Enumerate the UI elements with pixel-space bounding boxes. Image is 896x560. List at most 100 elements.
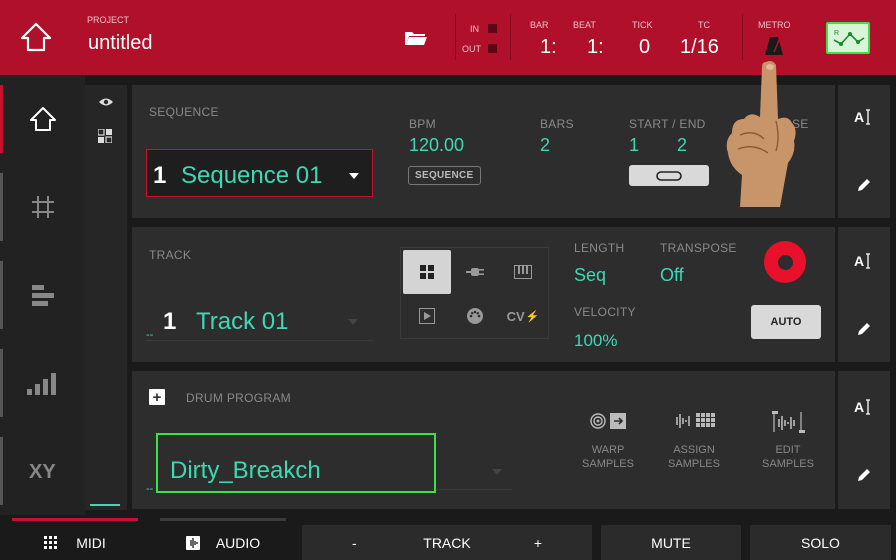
svg-text:XY: XY [29, 461, 56, 483]
sequence-label: SEQUENCE [149, 105, 219, 119]
sidebar-item-list[interactable] [0, 251, 85, 339]
track-type-clip[interactable] [403, 294, 451, 338]
home-icon[interactable] [18, 20, 54, 54]
automation-graph-button[interactable]: R [826, 22, 870, 54]
edit-program-button[interactable] [838, 455, 890, 495]
svg-text:A: A [854, 109, 864, 125]
length-label: LENGTH [574, 241, 625, 255]
warp-label-line2: SAMPLES [582, 458, 634, 470]
bottom-bar: MIDI AUDIO - TRACK + MUTE SOLO [0, 515, 896, 560]
rename-sequence-button[interactable]: A [838, 97, 890, 137]
sidebar-item-xy[interactable]: XY [0, 427, 85, 515]
record-dot-icon [777, 254, 793, 270]
transpose-label: TRANSPOSE [660, 241, 737, 255]
sequence-name: Sequence 01 [181, 162, 323, 189]
pads-icon [420, 265, 434, 279]
folder-icon[interactable] [404, 28, 428, 48]
track-previous-button[interactable]: - [352, 535, 357, 551]
edit-sequence-button[interactable] [838, 165, 890, 205]
sequence-panel: SEQUENCE 1 Sequence 01 BPM 120.00 SEQUEN… [132, 61, 835, 218]
edit-samples-button[interactable]: EDIT SAMPLES [758, 411, 818, 473]
assign-samples-button[interactable]: ASSIGN SAMPLES [664, 411, 724, 473]
sequence-tools: A [838, 85, 890, 218]
velocity-value[interactable]: 100% [574, 331, 617, 351]
track-panel: TRACK 1 Track 01 -- CV ⚡ LENGTH Seq TRANS… [132, 227, 835, 362]
rename-track-button[interactable]: A [838, 241, 890, 281]
pencil-icon [858, 179, 870, 191]
track-label: TRACK [149, 248, 192, 262]
plus-icon: + [152, 388, 162, 406]
sidebar-item-main[interactable] [0, 75, 85, 163]
automation-graph-icon: R [833, 30, 865, 46]
tick-value[interactable]: 0 [639, 36, 650, 59]
auto-button[interactable]: AUTO [751, 305, 821, 339]
track-type-grid: CV ⚡ [400, 247, 549, 339]
midi-active-indicator [12, 518, 138, 521]
track-type-drum[interactable] [403, 250, 451, 294]
track-type-plugin[interactable] [451, 250, 499, 294]
eye-icon[interactable] [98, 97, 114, 107]
record-arm-button[interactable] [764, 241, 806, 283]
xy-icon: XY [29, 461, 56, 483]
bar-value[interactable]: 1: [540, 36, 557, 59]
cv-label: CV [506, 308, 525, 324]
rename-text-icon: A [854, 109, 870, 125]
program-dash: -- [146, 483, 154, 495]
midi-port-icon [467, 308, 483, 324]
warp-samples-button[interactable]: WARP SAMPLES [578, 411, 638, 473]
add-program-button[interactable]: + [149, 389, 165, 405]
project-name[interactable]: untitled [88, 32, 153, 55]
tc-value[interactable]: 1/16 [680, 36, 719, 59]
chevron-down-icon [492, 469, 502, 475]
warp-label-line1: WARP [591, 444, 625, 456]
audio-tab-label: AUDIO [215, 534, 261, 551]
transpose-value[interactable]: Off [660, 265, 684, 286]
pointing-hand-illustration [726, 61, 796, 207]
length-value[interactable]: Seq [574, 265, 606, 286]
waveform-icon [185, 535, 200, 550]
metronome-icon[interactable] [764, 36, 784, 56]
loop-toggle-button[interactable] [629, 165, 709, 186]
midi-tab[interactable]: MIDI [12, 525, 138, 560]
track-tools: A [838, 227, 890, 362]
pencil-icon [858, 469, 870, 481]
keypad-icon [44, 535, 58, 549]
track-type-keygroup[interactable] [499, 250, 547, 294]
track-name: Track 01 [196, 308, 289, 335]
bpm-label: BPM [409, 117, 436, 131]
audio-indicator [160, 518, 286, 521]
pads-icon[interactable] [98, 129, 112, 143]
bpm-mode-chip[interactable]: SEQUENCE [408, 166, 481, 185]
out-label: OUT [462, 44, 481, 54]
track-type-cv[interactable]: CV ⚡ [499, 294, 547, 338]
sidebar-item-grid[interactable] [0, 163, 85, 251]
home-icon [29, 107, 56, 131]
bpm-value[interactable]: 120.00 [409, 135, 464, 156]
edit-track-button[interactable] [838, 309, 890, 349]
end-value[interactable]: 2 [677, 135, 687, 156]
rename-program-button[interactable]: A [838, 387, 890, 427]
bars-value[interactable]: 2 [540, 135, 550, 156]
audio-tab[interactable]: AUDIO [160, 525, 286, 560]
mute-button[interactable]: MUTE [601, 525, 741, 560]
program-select[interactable]: Dirty_Breakch [156, 433, 436, 493]
loop-icon [656, 170, 682, 181]
svg-text:A: A [854, 253, 864, 269]
svg-text:R: R [834, 30, 839, 37]
track-nav-group: - TRACK + [302, 525, 592, 560]
solo-button[interactable]: SOLO [750, 525, 891, 560]
track-next-button[interactable]: + [534, 535, 542, 551]
track-select[interactable]: 1 Track 01 [146, 301, 373, 341]
in-indicator [488, 24, 497, 33]
svg-text:A: A [854, 399, 864, 415]
sequence-number: 1 [153, 162, 167, 189]
program-tools: A [838, 371, 890, 509]
beat-value[interactable]: 1: [587, 36, 604, 59]
program-label: DRUM PROGRAM [186, 391, 291, 405]
track-type-midi[interactable] [451, 294, 499, 338]
sidebar-item-levels[interactable] [0, 339, 85, 427]
lightning-icon: ⚡ [525, 310, 540, 323]
sequence-select[interactable]: 1 Sequence 01 [146, 149, 373, 197]
track-nav-label: TRACK [423, 534, 471, 551]
start-value[interactable]: 1 [629, 135, 639, 156]
